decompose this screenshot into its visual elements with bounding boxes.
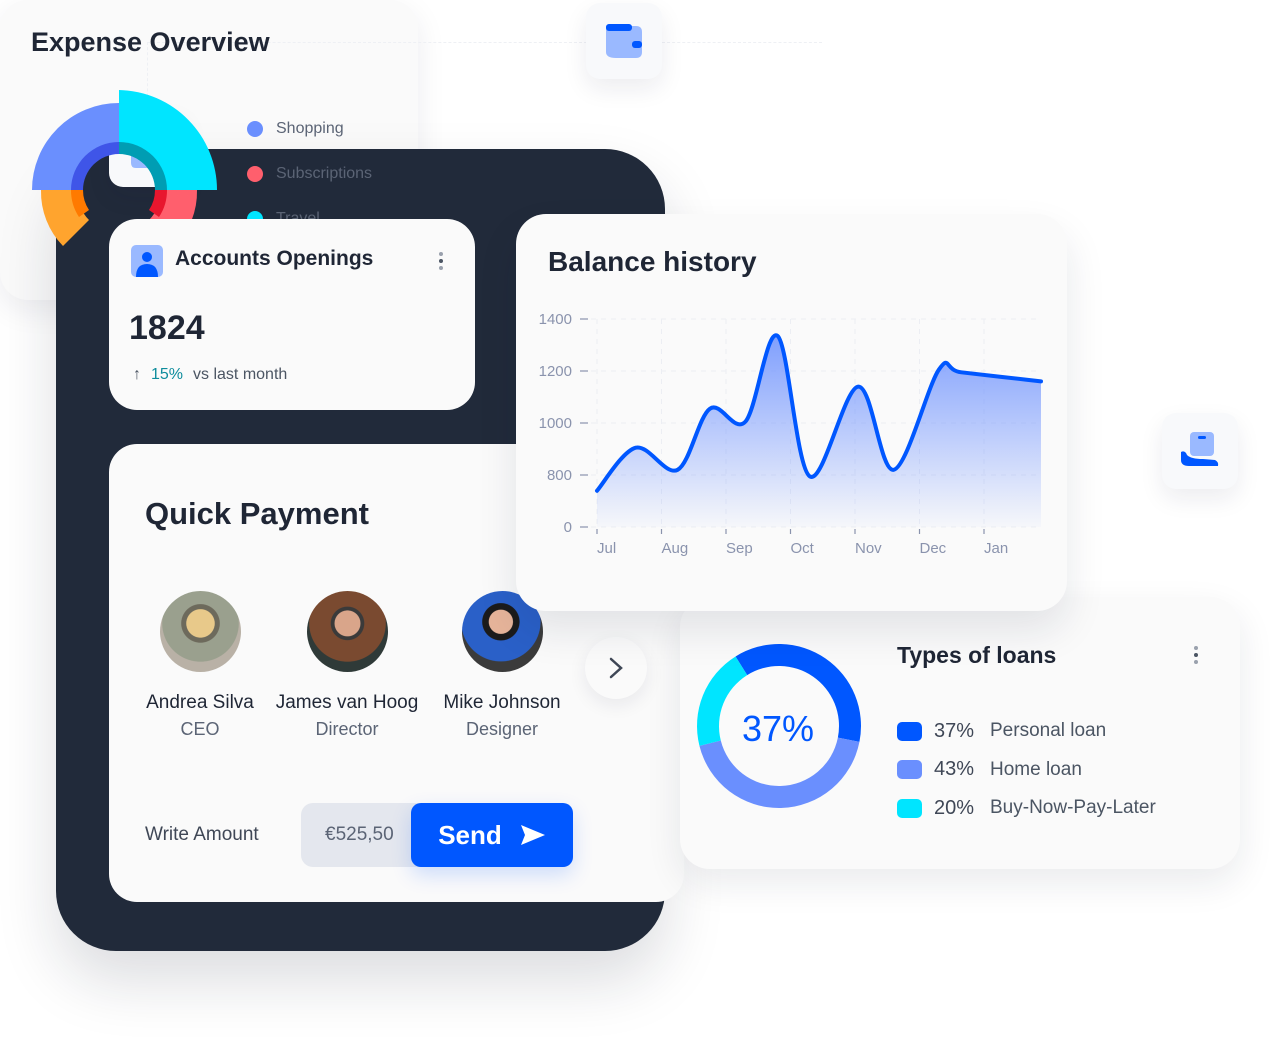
more-options-icon[interactable] xyxy=(439,252,443,273)
chevron-right-icon xyxy=(609,657,623,679)
accounts-openings-card: Accounts Openings 1824 ↑ 15% vs last mon… xyxy=(109,219,475,410)
loans-title: Types of loans xyxy=(897,642,1057,668)
legend-item: Subscriptions xyxy=(247,151,372,196)
types-of-loans-card: 37% Types of loans 37% Personal loan 43% H… xyxy=(680,597,1240,869)
contact-item[interactable]: Mike Johnson Designer xyxy=(422,591,582,740)
next-contacts-button[interactable] xyxy=(585,637,647,699)
contact-name: James van Hoog xyxy=(275,692,419,713)
x-tick-label: Sep xyxy=(726,540,753,557)
wallet-icon-tile[interactable] xyxy=(586,3,662,79)
contact-item[interactable]: Andrea Silva CEO xyxy=(120,591,280,740)
change-label: vs last month xyxy=(193,366,288,383)
avatar xyxy=(306,591,388,672)
contact-role: CEO xyxy=(180,719,220,739)
legend-label: Personal loan xyxy=(990,720,1107,742)
legend-swatch xyxy=(897,798,922,818)
y-tick-label: 1000 xyxy=(539,415,572,432)
x-tick-label: Aug xyxy=(662,540,689,557)
loan-center-value: 37% xyxy=(741,708,815,749)
contact-role: Designer xyxy=(465,719,539,739)
x-tick-label: Dec xyxy=(920,540,947,557)
legend-label: Shopping xyxy=(276,119,344,137)
send-button[interactable]: Send xyxy=(411,803,573,867)
legend-item: 37% Personal loan xyxy=(897,712,1156,751)
legend-swatch xyxy=(897,721,922,741)
send-icon xyxy=(520,825,545,845)
legend-label: Buy-Now-Pay-Later xyxy=(990,797,1156,819)
user-icon xyxy=(131,245,163,277)
amount-label: Write Amount xyxy=(145,824,259,845)
y-tick-label: 0 xyxy=(564,519,572,536)
change-indicator: ↑ 15% vs last month xyxy=(133,366,287,384)
expense-title: Expense Overview xyxy=(31,27,270,57)
change-percent: 15% xyxy=(151,366,184,383)
expense-slice-travel xyxy=(119,90,217,190)
legend-swatch xyxy=(897,760,922,780)
box-in-hand-icon xyxy=(1181,432,1219,466)
send-label: Send xyxy=(438,819,502,850)
arrow-up-icon: ↑ xyxy=(133,366,141,383)
quick-payment-title: Quick Payment xyxy=(145,496,369,531)
legend-item: 20% Buy-Now-Pay-Later xyxy=(897,789,1156,828)
x-tick-label: Oct xyxy=(791,540,815,557)
connector-line xyxy=(662,42,822,44)
contact-item[interactable]: James van Hoog Director xyxy=(267,591,427,740)
wallet-icon xyxy=(606,24,642,58)
card-title: Accounts Openings xyxy=(175,247,374,270)
legend-label: Home loan xyxy=(990,758,1082,780)
legend-item: 43% Home loan xyxy=(897,751,1156,790)
legend-label: Subscriptions xyxy=(276,164,373,182)
balance-history-card: 0 800 1000 1200 1400 Jul Aug Sep Oct Nov Dec Jan B… xyxy=(516,214,1067,611)
more-options-icon[interactable] xyxy=(1194,646,1198,667)
x-tick-label: Jan xyxy=(984,540,1008,557)
loan-legend: 37% Personal loan 43% Home loan 20% Buy-Now… xyxy=(897,712,1156,828)
contact-role: Director xyxy=(315,719,379,739)
contact-name: Andrea Silva xyxy=(146,692,254,713)
contact-name: Mike Johnson xyxy=(443,692,561,713)
balance-area xyxy=(597,335,1041,527)
balance-title: Balance history xyxy=(548,246,757,277)
legend-dot xyxy=(247,120,263,137)
y-tick-label: 800 xyxy=(547,467,572,484)
legend-percent: 20% xyxy=(934,796,975,819)
y-tick-label: 1200 xyxy=(539,363,572,380)
box-hand-icon-tile[interactable] xyxy=(1162,413,1238,489)
legend-dot xyxy=(247,165,263,182)
x-tick-label: Jul xyxy=(597,540,616,557)
legend-percent: 37% xyxy=(934,719,975,742)
x-tick-label: Nov xyxy=(855,540,882,557)
avatar xyxy=(159,591,241,672)
legend-item: Shopping xyxy=(247,106,372,151)
y-tick-label: 1400 xyxy=(539,311,572,328)
legend-percent: 43% xyxy=(934,758,975,781)
accounts-value: 1824 xyxy=(129,309,205,347)
